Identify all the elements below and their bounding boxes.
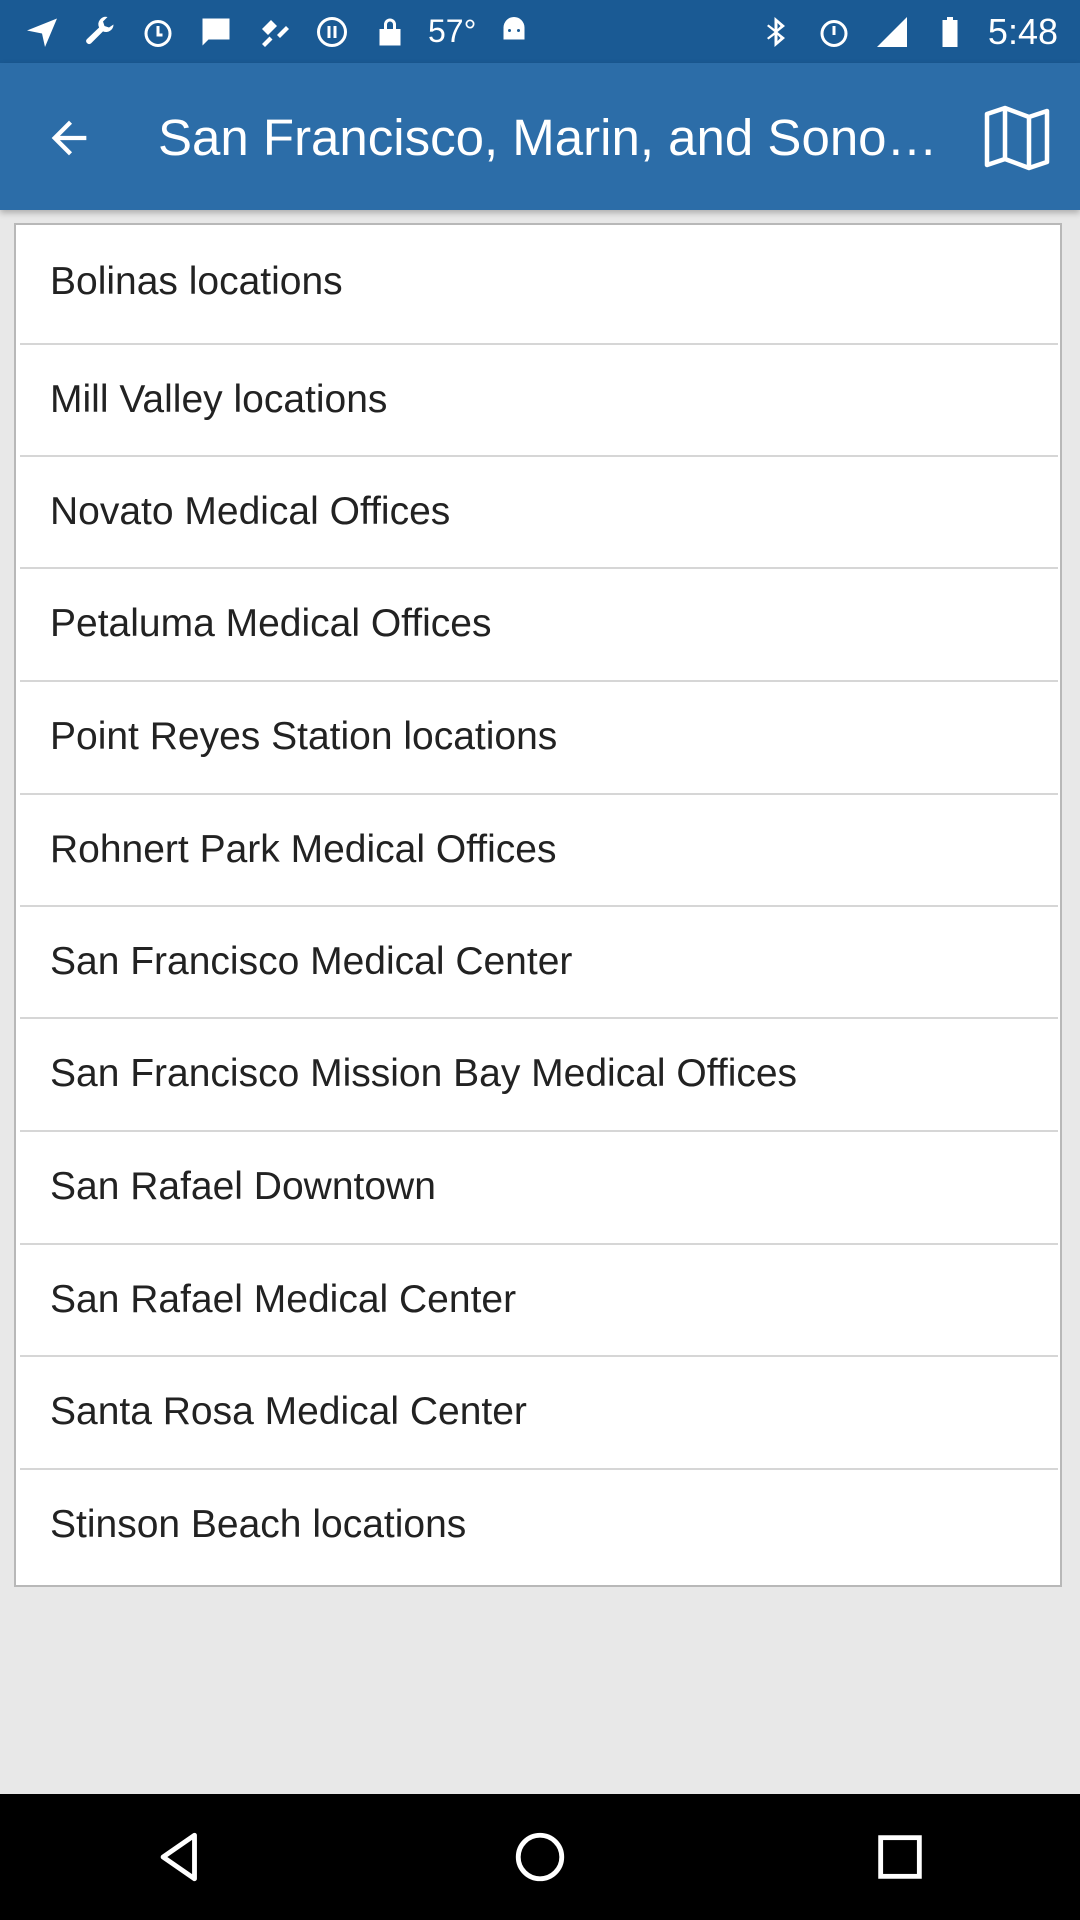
system-nav-bar	[0, 1794, 1080, 1920]
list-item-label: San Francisco Medical Center	[50, 940, 573, 983]
list-item[interactable]: Santa Rosa Medical Center	[20, 1357, 1058, 1467]
system-recents-button[interactable]	[840, 1797, 960, 1917]
status-bar: 57° 5:48	[0, 0, 1080, 63]
list-item[interactable]: San Rafael Downtown	[20, 1132, 1058, 1242]
list-item-label: Rohnert Park Medical Offices	[50, 828, 557, 871]
home-circle-icon	[515, 1832, 565, 1882]
status-left-icons: 57°	[0, 12, 534, 52]
list-item-label: San Francisco Mission Bay Medical Office…	[50, 1052, 798, 1095]
signal-icon	[872, 12, 912, 52]
back-button[interactable]	[34, 103, 104, 173]
list-item[interactable]: Stinson Beach locations	[20, 1470, 1058, 1580]
app-bar: San Francisco, Marin, and Sono…	[0, 63, 1080, 210]
list-item-label: Stinson Beach locations	[50, 1503, 467, 1546]
list-item-label: San Rafael Medical Center	[50, 1278, 517, 1321]
navigation-icon	[22, 12, 62, 52]
alarm-icon	[814, 12, 854, 52]
clock-time: 5:48	[987, 10, 1058, 52]
locations-list: Bolinas locations Mill Valley locations …	[14, 223, 1062, 1587]
lock-icon	[370, 12, 410, 52]
list-item-label: Santa Rosa Medical Center	[50, 1390, 527, 1433]
list-item[interactable]: Point Reyes Station locations	[20, 682, 1058, 792]
list-item[interactable]: Novato Medical Offices	[20, 457, 1058, 567]
system-back-button[interactable]	[120, 1797, 240, 1917]
android-icon	[494, 12, 534, 52]
status-right-icons: 5:48	[756, 11, 1080, 53]
map-icon	[984, 105, 1050, 171]
system-home-button[interactable]	[480, 1797, 600, 1917]
temperature-text: 57°	[428, 13, 477, 49]
back-triangle-icon	[160, 1832, 197, 1882]
message-icon	[196, 12, 236, 52]
sync-icon	[312, 12, 352, 52]
list-item[interactable]: Mill Valley locations	[20, 345, 1058, 455]
battery-icon	[930, 12, 970, 52]
list-item-label: Mill Valley locations	[50, 378, 388, 421]
map-button[interactable]	[978, 99, 1056, 177]
recents-square-icon	[878, 1835, 922, 1879]
list-item-label: San Rafael Downtown	[50, 1165, 436, 1208]
arrow-back-icon	[51, 120, 87, 156]
fake-gps-icon	[254, 12, 294, 52]
list-item[interactable]: Petaluma Medical Offices	[20, 569, 1058, 679]
list-item[interactable]: San Francisco Medical Center	[20, 907, 1058, 1017]
list-item[interactable]: Rohnert Park Medical Offices	[20, 795, 1058, 905]
list-item[interactable]: San Rafael Medical Center	[20, 1245, 1058, 1355]
list-item-label: Bolinas locations	[50, 260, 343, 303]
list-item-label: Point Reyes Station locations	[50, 715, 558, 758]
bluetooth-icon	[756, 12, 796, 52]
list-item-label: Petaluma Medical Offices	[50, 602, 492, 645]
alarm-icon	[138, 12, 178, 52]
list-item-label: Novato Medical Offices	[50, 490, 451, 533]
list-item[interactable]: Bolinas locations	[20, 227, 1058, 337]
wrench-icon	[80, 12, 120, 52]
page-title: San Francisco, Marin, and Sono…	[158, 109, 938, 166]
list-item[interactable]: San Francisco Mission Bay Medical Office…	[20, 1019, 1058, 1129]
